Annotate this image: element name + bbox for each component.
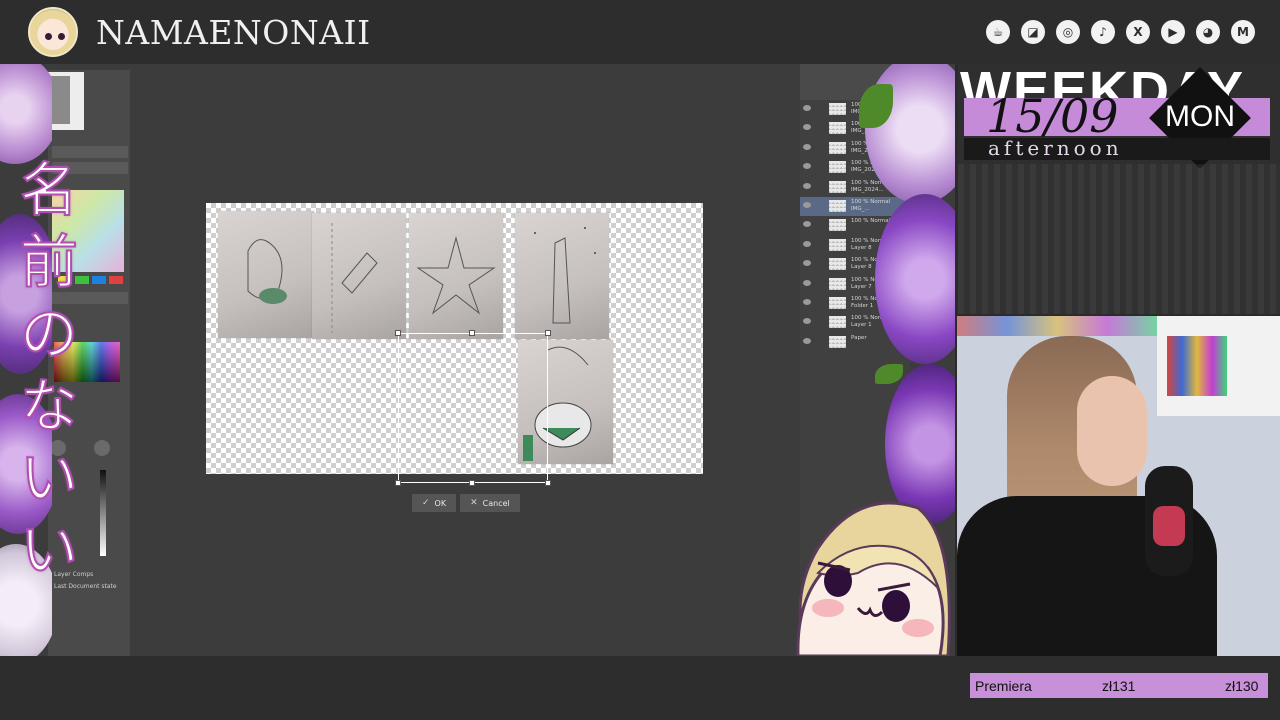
layer-thumbnail: [829, 277, 846, 290]
twitch-icon[interactable]: ◪: [1021, 20, 1045, 44]
eye-icon[interactable]: [803, 221, 811, 228]
layer-thumbnail: [829, 238, 846, 251]
schedule-day: MON: [1165, 100, 1235, 133]
document-canvas[interactable]: [206, 203, 703, 486]
layer-thumbnail: [829, 297, 846, 309]
transform-handle[interactable]: [395, 480, 401, 486]
layer-thumbnail: [829, 103, 846, 115]
title-character: の: [19, 299, 79, 369]
sketch-photo[interactable]: [218, 211, 314, 338]
eye-icon[interactable]: [803, 337, 811, 344]
eye-icon[interactable]: [803, 202, 811, 208]
tiktok-icon[interactable]: ♪: [1091, 20, 1115, 44]
eye-icon[interactable]: [803, 318, 811, 325]
schedule-panel: WEEKDAY 15/09 MON afternoon: [958, 64, 1280, 314]
x-icon[interactable]: X: [1126, 20, 1150, 44]
stream-overlay: NAMAENONAII ☕ ◪ ◎ ♪ X ▶ ◕ M Layer Comps Last Do…: [0, 0, 1280, 720]
ticker-value-2: zł130: [1225, 677, 1259, 694]
opacity-slider[interactable]: [100, 470, 106, 556]
vertical-japanese-title: 名前のないい: [14, 154, 84, 586]
book-row: [1167, 336, 1227, 396]
kofi-icon[interactable]: ☕: [986, 20, 1010, 44]
eye-icon[interactable]: [803, 279, 811, 286]
transform-buttons: ✓ OK ✕ Cancel: [412, 494, 520, 512]
transform-handle[interactable]: [545, 330, 551, 336]
transform-handle[interactable]: [545, 480, 551, 486]
layer-thumbnail: [829, 141, 846, 154]
sketch-photo[interactable]: [409, 213, 503, 339]
person-face: [1077, 376, 1147, 486]
discord-icon[interactable]: ◕: [1196, 20, 1220, 44]
lilac-decoration-right: [855, 64, 955, 544]
transform-bounding-box[interactable]: [395, 330, 551, 486]
title-character: い: [19, 443, 79, 513]
ticker-value-1: zł131: [1102, 677, 1136, 694]
layer-thumbnail: [829, 161, 846, 174]
microphone-light: [1153, 506, 1185, 546]
title-character: 前: [19, 227, 79, 297]
layer-thumbnail: [829, 219, 846, 232]
top-bar: NAMAENONAII ☕ ◪ ◎ ♪ X ▶ ◕ M: [0, 0, 1280, 64]
close-icon: ✕: [470, 498, 478, 508]
eye-icon[interactable]: [803, 163, 811, 170]
schedule-time: afternoon: [988, 136, 1123, 160]
eye-icon[interactable]: [803, 240, 811, 247]
schedule-background-ghost: [958, 164, 1280, 314]
book-row: [957, 316, 1157, 336]
eye-icon[interactable]: [803, 124, 811, 131]
cancel-button[interactable]: ✕ Cancel: [460, 494, 520, 512]
chibi-mascot: [796, 501, 951, 656]
youtube-icon[interactable]: ▶: [1161, 20, 1185, 44]
sketch-photo[interactable]: [515, 213, 609, 339]
eye-icon[interactable]: [803, 260, 811, 267]
webcam-feed: [957, 316, 1280, 656]
transform-handle[interactable]: [469, 330, 475, 336]
sketch-photo[interactable]: [312, 213, 406, 339]
navigator-thumbnail: [48, 72, 84, 130]
eye-icon[interactable]: [803, 143, 811, 150]
transform-handle[interactable]: [395, 330, 401, 336]
cancel-label: Cancel: [482, 498, 510, 508]
layer-thumbnail: [829, 180, 846, 193]
ok-button[interactable]: ✓ OK: [412, 494, 457, 512]
eye-icon[interactable]: [803, 299, 811, 305]
social-icons: ☕ ◪ ◎ ♪ X ▶ ◕ M: [986, 20, 1255, 44]
slider-knob[interactable]: [94, 440, 110, 456]
layer-thumbnail: [829, 200, 846, 212]
layer-thumbnail: [829, 258, 846, 271]
check-icon: ✓: [422, 498, 430, 508]
channel-name: NAMAENONAII: [96, 13, 371, 52]
layer-thumbnail: [829, 122, 846, 135]
ticker-label: Premiera: [975, 677, 1032, 694]
eye-icon[interactable]: [803, 182, 811, 189]
layer-thumbnail: [829, 335, 846, 348]
title-character: い: [19, 515, 79, 585]
channel-avatar: [28, 7, 78, 57]
instagram-icon[interactable]: ◎: [1056, 20, 1080, 44]
gmail-icon[interactable]: M: [1231, 20, 1255, 44]
title-character: な: [19, 371, 79, 441]
title-character: 名: [19, 155, 79, 225]
eye-icon[interactable]: [803, 105, 811, 111]
transform-handle[interactable]: [469, 480, 475, 486]
layer-thumbnail: [829, 316, 846, 329]
premiere-ticker: Premiera zł131 zł130: [970, 673, 1268, 698]
ok-label: OK: [434, 498, 447, 508]
schedule-date: 15/09: [986, 89, 1119, 143]
